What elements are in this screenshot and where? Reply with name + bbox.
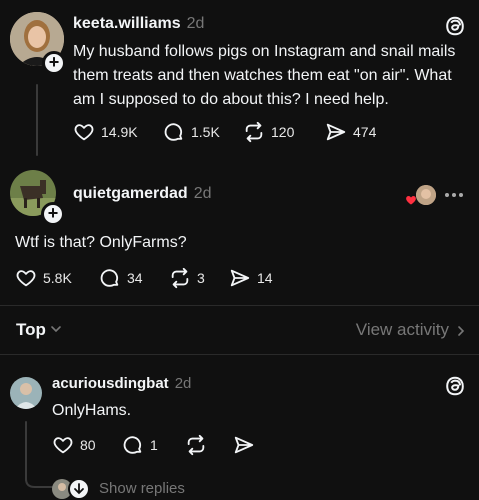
chevron-down-icon[interactable] xyxy=(50,324,62,334)
post-time: 2d xyxy=(193,185,212,202)
reply-time: 2d xyxy=(174,375,192,392)
sort-dropdown[interactable]: Top xyxy=(16,320,46,340)
expand-replies-icon[interactable] xyxy=(68,478,90,500)
like-button[interactable]: 5.8K xyxy=(15,267,99,289)
avatar[interactable] xyxy=(10,377,42,409)
comment-icon xyxy=(164,123,183,141)
like-count: 5.8K xyxy=(43,270,72,286)
post-username[interactable]: quietgamerdad 2d xyxy=(73,185,211,203)
share-button[interactable]: 14 xyxy=(229,267,273,289)
repost-icon xyxy=(171,267,189,289)
reply-text: OnlyHams. xyxy=(52,402,132,419)
repost-button[interactable] xyxy=(185,434,233,456)
like-count: 14.9K xyxy=(101,124,138,140)
share-icon xyxy=(326,123,346,141)
share-icon xyxy=(230,269,250,287)
post-actions: 14.9K 1.5K 120 474 xyxy=(73,120,376,144)
comment-icon xyxy=(123,436,142,454)
post-quietgamerdad: + quietgamerdad 2d Wtf is that? OnlyFarms… xyxy=(0,160,479,306)
chevron-right-icon[interactable] xyxy=(457,325,465,337)
share-icon xyxy=(234,436,254,454)
username-text[interactable]: keeta.williams xyxy=(73,15,181,32)
heart-icon xyxy=(16,270,36,287)
follow-plus-button[interactable]: + xyxy=(41,202,65,226)
comment-button[interactable]: 1.5K xyxy=(163,121,243,143)
username-text[interactable]: quietgamerdad xyxy=(73,185,188,202)
repost-count: 3 xyxy=(197,270,205,286)
reply-username[interactable]: acuriousdingbat 2d xyxy=(52,375,191,392)
post-actions: 5.8K 34 3 14 xyxy=(15,266,273,290)
threads-logo-icon[interactable] xyxy=(444,15,466,37)
share-button[interactable]: 474 xyxy=(325,121,376,143)
share-count: 474 xyxy=(353,124,377,140)
repost-icon xyxy=(245,121,263,143)
share-count: 14 xyxy=(257,270,273,286)
show-replies-link[interactable]: Show replies xyxy=(99,480,185,497)
comment-button[interactable]: 34 xyxy=(99,267,169,289)
follow-plus-button[interactable]: + xyxy=(42,51,66,75)
reply-acuriousdingbat: acuriousdingbat 2d OnlyHams. 80 1 Show re… xyxy=(0,355,479,500)
repost-icon xyxy=(187,434,205,456)
thread-connector xyxy=(25,467,53,488)
repost-button[interactable]: 3 xyxy=(169,267,229,289)
heart-badge-icon xyxy=(406,196,416,205)
sort-bar: Top View activity xyxy=(0,306,479,354)
thread-line xyxy=(36,84,38,156)
post-text: Wtf is that? OnlyFarms? xyxy=(15,234,187,251)
liked-by-author-avatar xyxy=(416,185,436,205)
repost-count: 120 xyxy=(271,124,295,140)
post-text: My husband follows pigs on Instagram and… xyxy=(73,43,456,108)
repost-button[interactable]: 120 xyxy=(243,121,325,143)
more-options-icon[interactable] xyxy=(445,193,463,197)
avatar-photo xyxy=(10,377,42,409)
username-text[interactable]: acuriousdingbat xyxy=(52,375,169,392)
heart-icon xyxy=(53,437,73,454)
post-keeta: + keeta.williams 2d My husband follows pi… xyxy=(0,0,479,160)
share-button[interactable] xyxy=(233,434,255,456)
threads-logo-icon[interactable] xyxy=(444,375,466,397)
comment-count: 1 xyxy=(150,437,158,453)
heart-icon xyxy=(74,124,94,141)
like-count: 80 xyxy=(80,437,96,453)
comment-button[interactable]: 1 xyxy=(122,434,185,456)
comment-icon xyxy=(100,269,119,287)
view-activity-link[interactable]: View activity xyxy=(356,320,449,340)
like-button[interactable]: 80 xyxy=(52,434,122,456)
comment-count: 34 xyxy=(127,270,143,286)
reply-actions: 80 1 xyxy=(52,433,255,457)
like-button[interactable]: 14.9K xyxy=(73,121,163,143)
post-username[interactable]: keeta.williams 2d xyxy=(73,15,204,33)
comment-count: 1.5K xyxy=(191,124,220,140)
post-time: 2d xyxy=(186,15,205,32)
